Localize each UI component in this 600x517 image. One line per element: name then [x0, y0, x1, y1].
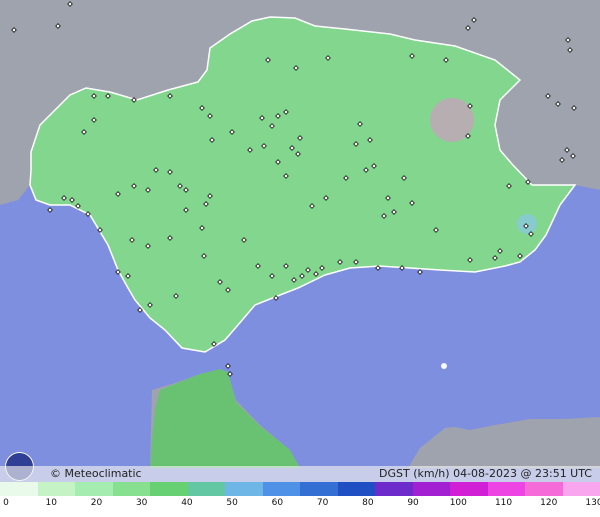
small-island	[441, 363, 447, 369]
legend-tick: 50	[226, 498, 238, 508]
legend-swatch	[187, 482, 225, 496]
legend-tick: 100	[449, 498, 467, 508]
legend-tick: 0	[3, 498, 9, 508]
legend-swatch	[75, 482, 113, 496]
map-view[interactable]	[0, 0, 600, 517]
color-scale-legend: 0 10 20 30 40 50 60 70 80 90 100 110 120 130	[0, 482, 600, 517]
legend-tick: 120	[540, 498, 558, 508]
legend-swatch	[375, 482, 413, 496]
legend-swatch	[37, 482, 75, 496]
legend-tick: 30	[135, 498, 148, 508]
legend-swatch	[225, 482, 263, 496]
legend-tick: 20	[90, 498, 103, 508]
legend-swatch	[525, 482, 563, 496]
legend-swatch	[450, 482, 488, 496]
legend-tick: 60	[271, 498, 284, 508]
legend-swatch	[0, 482, 38, 496]
legend-tick: 80	[362, 498, 374, 508]
color-scale-bar	[0, 482, 600, 496]
legend-swatch	[150, 482, 188, 496]
product-label: DGST (km/h) 04-08-2023 @ 23:51 UTC	[379, 467, 592, 480]
legend-tick: 90	[407, 498, 419, 508]
legend-tick: 40	[181, 498, 193, 508]
legend-swatch	[412, 482, 450, 496]
legend-tick: 70	[316, 498, 329, 508]
high-gust-zone-east	[517, 214, 537, 234]
legend-tick: 10	[45, 498, 57, 508]
map-root: © Meteoclimatic DGST (km/h) 04-08-2023 @…	[0, 0, 600, 517]
info-strip: © Meteoclimatic DGST (km/h) 04-08-2023 @…	[0, 466, 600, 482]
legend-swatch	[337, 482, 375, 496]
legend-swatch	[300, 482, 338, 496]
legend-swatch	[562, 482, 600, 496]
brand-label: © Meteoclimatic	[50, 467, 142, 480]
legend-tick: 110	[494, 498, 513, 508]
legend-swatch	[487, 482, 525, 496]
legend-swatch	[262, 482, 300, 496]
legend-swatch	[112, 482, 150, 496]
color-scale-labels: 0 10 20 30 40 50 60 70 80 90 100 110 120 130	[0, 498, 600, 514]
legend-tick: 130	[585, 498, 600, 508]
